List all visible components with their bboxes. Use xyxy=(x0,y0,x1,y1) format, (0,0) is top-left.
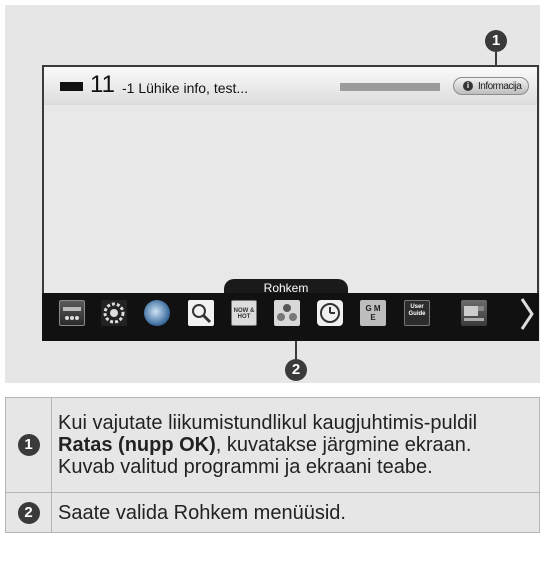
info-button-label: Informacija xyxy=(478,81,522,92)
user-guide-icon-label: User Guide xyxy=(408,304,426,317)
scroll-right-icon[interactable] xyxy=(518,297,538,331)
legend-1-text-before: Kui vajutate liikumistundlikul kaugjuhti… xyxy=(58,412,478,434)
legend-row-1: 1 Kui vajutate liikumistundlikul kaugjuh… xyxy=(5,397,540,493)
legend-1-text-after: , kuvatakse järgmine ekraan. xyxy=(215,434,472,456)
game-icon[interactable]: G M E xyxy=(360,300,386,326)
info-icon: i xyxy=(463,81,473,91)
search-icon[interactable] xyxy=(188,300,214,326)
program-progress-bar xyxy=(340,83,440,91)
marker-2-leader xyxy=(295,341,297,359)
legend-1-line2: Kuvab valitud programmi ja ekraani teabe… xyxy=(58,456,433,478)
legend-table: 1 Kui vajutate liikumistundlikul kaugjuh… xyxy=(5,397,540,533)
now-hot-icon-label: NOW & HOT xyxy=(233,308,255,320)
smart-share-icon[interactable] xyxy=(274,300,300,326)
user-guide-icon[interactable]: User Guide xyxy=(404,300,430,326)
clock-icon[interactable] xyxy=(317,300,343,326)
game-icon-label: G M E xyxy=(365,304,381,322)
marker-2: 2 xyxy=(285,359,307,381)
marker-1: 1 xyxy=(485,30,507,52)
legend-marker-cell: 1 xyxy=(5,397,52,493)
info-button[interactable]: i Informacija xyxy=(453,77,529,95)
now-hot-icon[interactable]: NOW & HOT xyxy=(231,300,257,326)
legend-marker-2: 2 xyxy=(17,501,40,524)
more-menu-bar: NOW & HOT G M E User Guide xyxy=(42,293,539,341)
info-bar: 11 -1 Lühike info, test... i Informacija xyxy=(44,67,537,105)
channel-badge xyxy=(60,82,83,91)
legend-text-cell: Kui vajutate liikumistundlikul kaugjuhti… xyxy=(51,397,540,493)
tv-guide-icon[interactable] xyxy=(461,300,487,326)
channel-number: 11 xyxy=(90,71,115,98)
legend-1-bold: Ratas (nupp OK) xyxy=(58,434,216,456)
legend-marker-1: 1 xyxy=(17,434,40,456)
channel-title: -1 Lühike info, test... xyxy=(122,80,249,96)
legend-marker-cell: 2 xyxy=(5,492,52,533)
legend-row-2: 2 Saate valida Rohkem menüüsid. xyxy=(5,492,540,533)
legend-text-cell: Saate valida Rohkem menüüsid. xyxy=(51,492,540,533)
settings-icon[interactable] xyxy=(101,300,127,326)
source-icon[interactable] xyxy=(59,300,85,326)
globe-icon[interactable] xyxy=(144,300,170,326)
